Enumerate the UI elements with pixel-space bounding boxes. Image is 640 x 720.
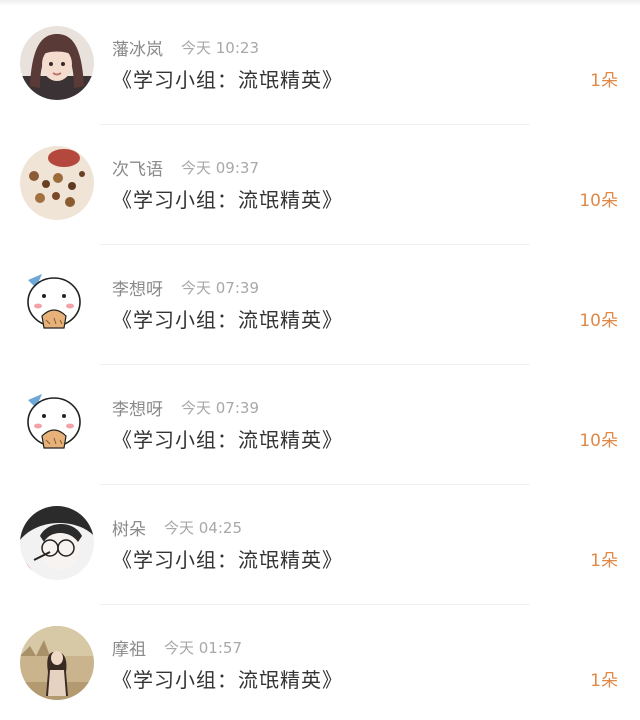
flower-count: 1朵 [590,551,618,571]
girl-outdoor-avatar[interactable] [20,626,94,700]
flower-count: 10朵 [579,431,618,451]
user-name[interactable]: 李想呀 [112,395,163,420]
user-name[interactable]: 藩冰岚 [112,35,163,60]
flower-count: 1朵 [590,71,618,91]
item-meta: 树朵 今天 04:25 [112,515,242,540]
timestamp: 今天 07:39 [181,278,259,297]
message-text: 《学习小组：流氓精英》 [112,668,343,692]
flower-count: 10朵 [579,191,618,211]
cartoon-bird-avatar[interactable] [20,266,94,340]
item-meta: 摩祖 今天 01:57 [112,635,242,660]
user-name[interactable]: 李想呀 [112,275,163,300]
anime-boy-avatar[interactable] [20,506,94,580]
timestamp: 今天 09:37 [181,158,259,177]
flower-count: 10朵 [579,311,618,331]
flower-count: 1朵 [590,671,618,691]
cartoon-bird-avatar[interactable] [20,386,94,460]
list-item[interactable]: 摩祖 今天 01:57 《学习小组：流氓精英》 1朵 [0,600,640,720]
timestamp: 今天 01:57 [164,638,242,657]
list-item[interactable]: 李想呀 今天 07:39 《学习小组：流氓精英》 10朵 [0,360,640,485]
message-text: 《学习小组：流氓精英》 [112,548,343,572]
list-item[interactable]: 次飞语 今天 09:37 《学习小组：流氓精英》 10朵 [0,120,640,245]
item-meta: 藩冰岚 今天 10:23 [112,35,259,60]
user-name[interactable]: 次飞语 [112,155,163,180]
message-text: 《学习小组：流氓精英》 [112,428,343,452]
message-text: 《学习小组：流氓精英》 [112,308,343,332]
user-name[interactable]: 树朵 [112,515,146,540]
user-name[interactable]: 摩祖 [112,635,146,660]
message-text: 《学习小组：流氓精英》 [112,188,343,212]
list-item[interactable]: 藩冰岚 今天 10:23 《学习小组：流氓精英》 1朵 [0,0,640,125]
list-item[interactable]: 树朵 今天 04:25 《学习小组：流氓精英》 1朵 [0,480,640,605]
timestamp: 今天 04:25 [164,518,242,537]
cookies-photo-avatar[interactable] [20,146,94,220]
girl-portrait-avatar[interactable] [20,26,94,100]
timestamp: 今天 10:23 [181,38,259,57]
timestamp: 今天 07:39 [181,398,259,417]
item-meta: 次飞语 今天 09:37 [112,155,259,180]
item-meta: 李想呀 今天 07:39 [112,395,259,420]
item-meta: 李想呀 今天 07:39 [112,275,259,300]
message-text: 《学习小组：流氓精英》 [112,68,343,92]
list-item[interactable]: 李想呀 今天 07:39 《学习小组：流氓精英》 10朵 [0,240,640,365]
